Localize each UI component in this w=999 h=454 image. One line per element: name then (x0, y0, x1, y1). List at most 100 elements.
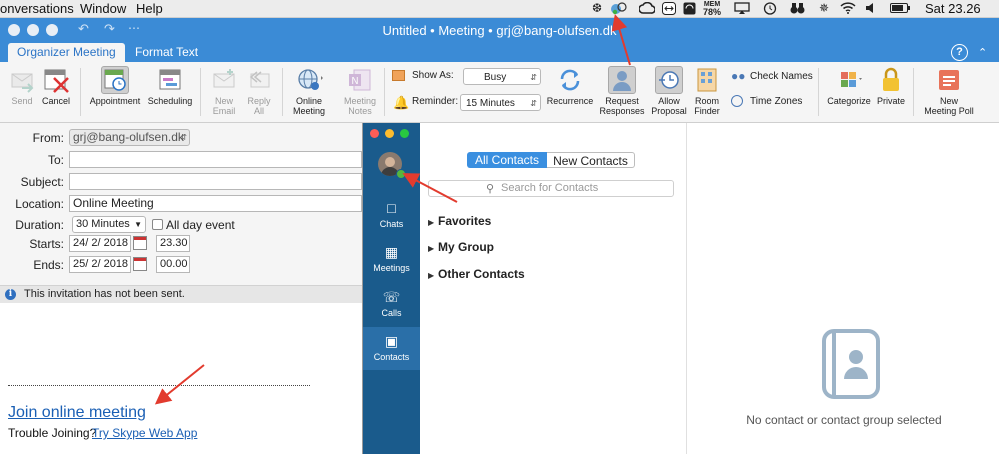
disclosure-triangle-icon: ▶ (428, 271, 435, 280)
help-icon[interactable]: ? (951, 44, 968, 61)
ribbon-separator (282, 68, 283, 116)
tab-new-contacts[interactable]: New Contacts (547, 152, 635, 168)
skype-nav-chats[interactable]: □ Chats (363, 200, 420, 234)
reminder-select[interactable]: 15 Minutes ⇵ (460, 94, 541, 111)
end-calendar-icon[interactable] (133, 257, 147, 271)
ends-label: Ends: (33, 258, 64, 272)
search-placeholder: Search for Contacts (501, 182, 599, 194)
menu-window[interactable]: Window (80, 0, 126, 17)
request-responses-button[interactable]: Request Responses (597, 66, 647, 116)
start-date-field[interactable]: 24/ 2/ 2018 (69, 235, 131, 252)
end-date-field[interactable]: 25/ 2/ 2018 (69, 256, 131, 273)
skype-nav-meetings[interactable]: ▦ Meetings (363, 244, 420, 278)
phone-icon: ☏ (382, 289, 401, 305)
contact-search-input[interactable]: ⚲ Search for Contacts (428, 180, 674, 197)
creative-cloud-icon[interactable] (638, 1, 656, 18)
online-meeting-button[interactable]: Online Meeting (287, 66, 331, 116)
appointment-icon (101, 66, 129, 94)
invitation-status-text: This invitation has not been sent. (24, 288, 185, 300)
skype-zoom-button[interactable] (400, 129, 409, 138)
contacts-book-icon: ▣ (384, 333, 399, 349)
feather-icon[interactable]: ❆ (592, 2, 602, 15)
skype-web-app-link[interactable]: Try Skype Web App (92, 426, 197, 440)
check-names-icon: ●● (731, 69, 746, 83)
group-favorites[interactable]: ▶ Favorites (428, 214, 491, 228)
contacts-panel: All Contacts New Contacts ⚲ Search for C… (420, 123, 686, 454)
chat-bubble-icon: □ (387, 200, 396, 216)
from-select[interactable]: grj@bang-olufsen.dk ⇵ (69, 129, 190, 146)
group-my-group[interactable]: ▶ My Group (428, 240, 494, 254)
subject-label: Subject: (20, 175, 64, 189)
cancel-meeting-button[interactable]: Cancel (34, 66, 78, 106)
scheduling-button[interactable]: Scheduling (145, 66, 195, 106)
categorize-icon (835, 66, 863, 94)
check-names-button[interactable]: Check Names (750, 70, 813, 84)
window-titlebar: ↶ ↷ ⋯ Untitled • Meeting • grj@bang-oluf… (0, 18, 999, 42)
group-other-contacts[interactable]: ▶ Other Contacts (428, 267, 525, 281)
location-label: Location: (15, 197, 64, 211)
meeting-form: From: grj@bang-olufsen.dk ⇵ To: Subject:… (0, 123, 362, 285)
window-title: Untitled • Meeting • grj@bang-olufsen.dk (382, 23, 617, 38)
to-field[interactable] (69, 151, 362, 168)
recurrence-button[interactable]: Recurrence (545, 66, 595, 106)
reply-all-icon (245, 66, 273, 94)
room-finder-button[interactable]: Room Finder (690, 66, 724, 116)
svg-text:N: N (351, 76, 358, 87)
location-field[interactable]: Online Meeting (69, 195, 362, 212)
presence-status-icon (396, 169, 406, 179)
wifi-icon[interactable] (840, 2, 856, 18)
sync-icon[interactable] (683, 2, 696, 19)
request-responses-icon (608, 66, 636, 94)
contact-card-icon (820, 329, 880, 402)
allow-proposal-button[interactable]: Allow Proposal (647, 66, 691, 116)
recurrence-icon (556, 66, 584, 94)
appointment-button[interactable]: Appointment (88, 66, 142, 106)
to-label: To: (47, 153, 64, 167)
battery-icon[interactable] (890, 3, 910, 13)
private-button[interactable]: Private (869, 66, 913, 106)
all-day-checkbox[interactable] (152, 219, 163, 230)
start-time-field[interactable]: 23.30 (156, 235, 190, 252)
categorize-button[interactable]: Categorize (824, 66, 874, 106)
reply-all-button[interactable]: Reply All (237, 66, 281, 116)
skype-minimize-button[interactable] (385, 129, 394, 138)
skype-sidebar: □ Chats ▦ Meetings ☏ Calls ▣ Contacts (363, 123, 420, 454)
menubar-clock[interactable]: Sat 23.26 (925, 0, 981, 17)
time-zones-button[interactable]: Time Zones (750, 95, 802, 109)
menu-conversations[interactable]: onversations (0, 0, 74, 17)
ribbon-tabbar: Organizer Meeting Format Text ? ⌃ (0, 42, 999, 62)
starts-label: Starts: (29, 237, 64, 251)
online-meeting-globe-icon (295, 66, 323, 94)
skype-status-icon[interactable] (611, 2, 627, 19)
skype-window: □ Chats ▦ Meetings ☏ Calls ▣ Contacts Al… (362, 123, 999, 454)
join-online-meeting-link[interactable]: Join online meeting (8, 404, 146, 422)
show-as-icon (392, 70, 405, 81)
meeting-body[interactable]: Join online meeting Trouble Joining? Try… (0, 303, 362, 454)
end-time-field[interactable]: 00.00 (156, 256, 190, 273)
time-machine-icon[interactable] (763, 2, 777, 19)
start-calendar-icon[interactable] (133, 236, 147, 250)
show-as-select[interactable]: Busy ⇵ (463, 68, 541, 85)
subject-field[interactable] (69, 173, 362, 190)
teamviewer-icon[interactable] (662, 2, 676, 19)
menu-help[interactable]: Help (136, 0, 163, 17)
memory-meter[interactable]: MEM 78% (703, 1, 721, 17)
tab-format-text[interactable]: Format Text (126, 43, 207, 62)
skype-nav-contacts[interactable]: ▣ Contacts (363, 327, 420, 370)
skype-close-button[interactable] (370, 129, 379, 138)
airplay-icon[interactable] (734, 2, 750, 19)
new-meeting-poll-button[interactable]: New Meeting Poll (918, 66, 980, 116)
skype-nav-calls[interactable]: ☏ Calls (363, 289, 420, 323)
select-arrows-icon: ⇵ (180, 133, 187, 142)
collapse-ribbon-icon[interactable]: ⌃ (978, 46, 987, 59)
mac-menubar: onversations Window Help ❆ MEM 78% ✵ Sat … (0, 0, 999, 18)
empty-state-text: No contact or contact group selected (746, 413, 942, 427)
tab-organizer-meeting[interactable]: Organizer Meeting (8, 43, 125, 62)
volume-icon[interactable] (865, 2, 877, 18)
bluetooth-icon[interactable]: ✵ (819, 2, 829, 15)
duration-select[interactable]: 30 Minutes ▼ (72, 216, 146, 233)
tab-all-contacts[interactable]: All Contacts (467, 152, 547, 168)
ribbon-separator (818, 68, 819, 116)
meeting-notes-button[interactable]: N Meeting Notes (338, 66, 382, 116)
binoculars-icon[interactable] (790, 2, 805, 19)
